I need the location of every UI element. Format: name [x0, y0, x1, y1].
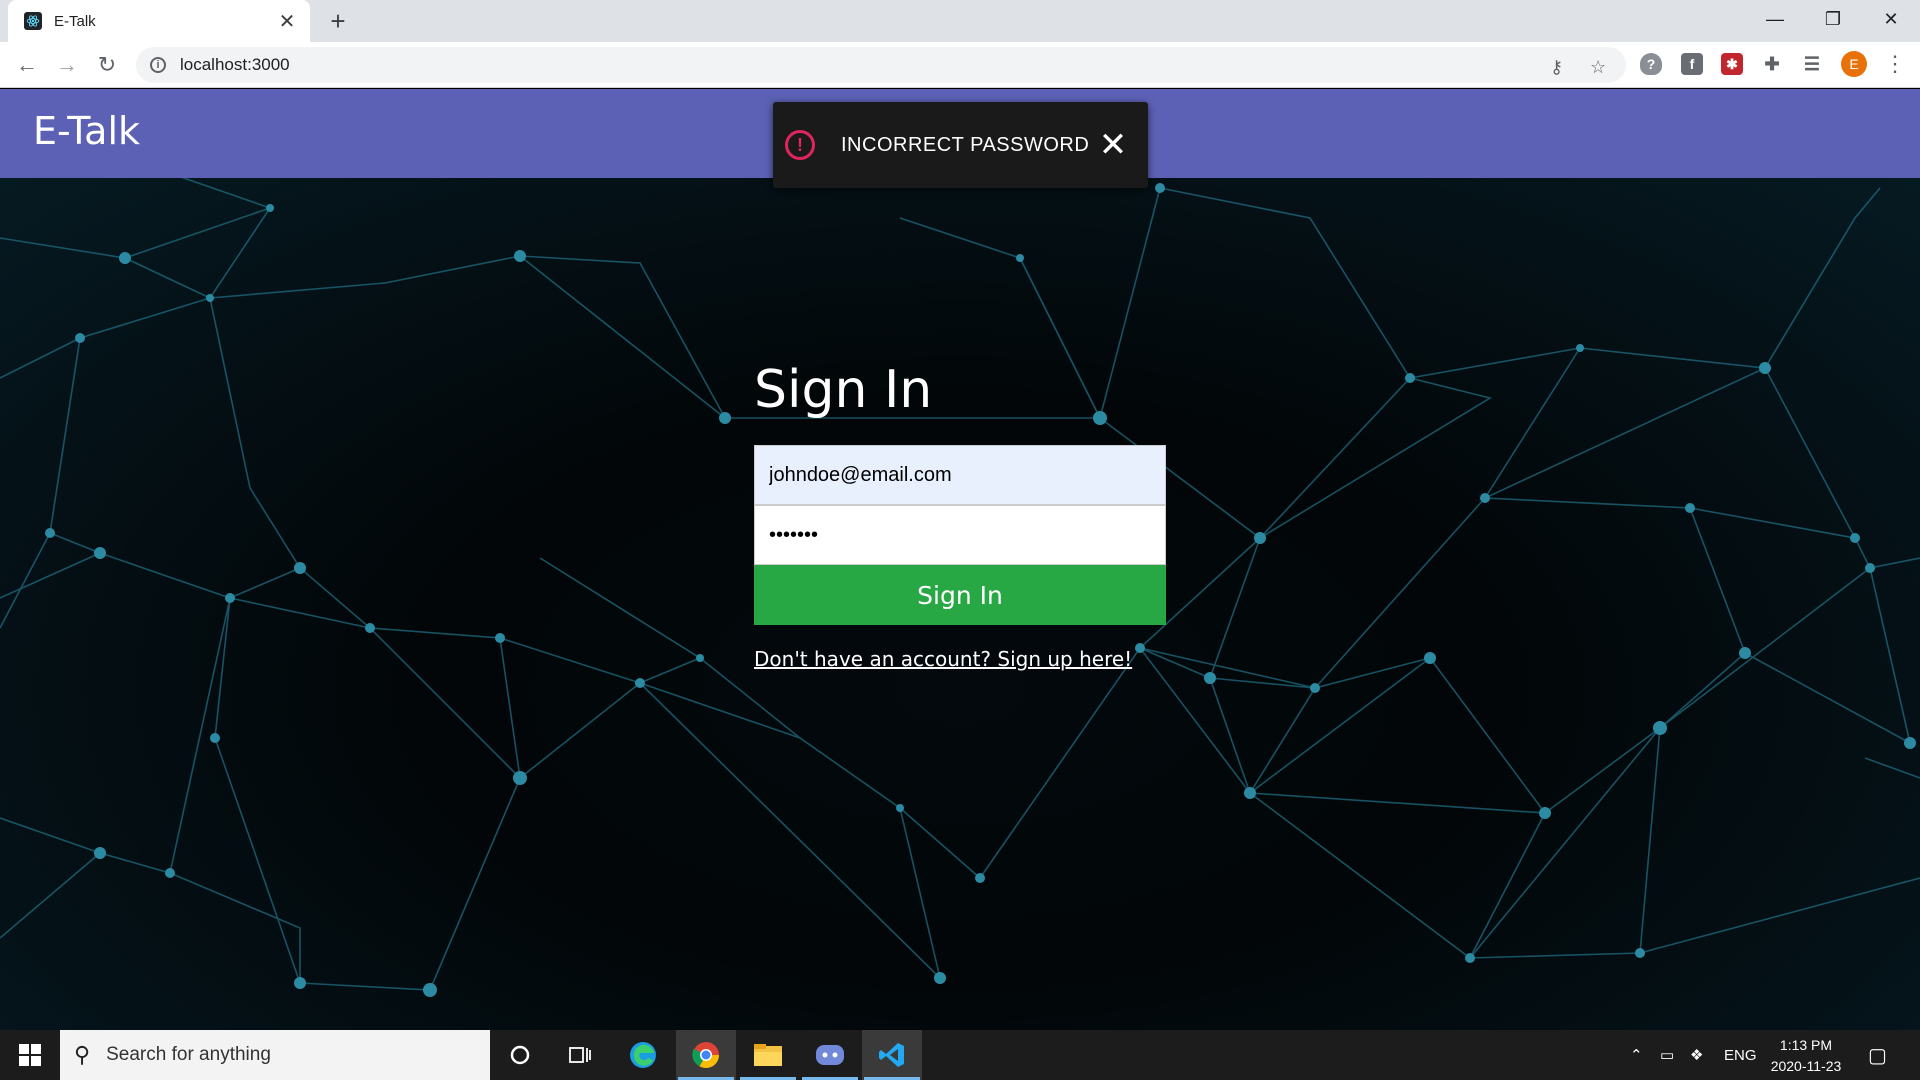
- site-info-icon[interactable]: i: [150, 57, 166, 73]
- media-queue-icon[interactable]: ☰: [1801, 53, 1823, 75]
- red-extension-icon[interactable]: ✱: [1721, 53, 1743, 75]
- new-tab-button[interactable]: +: [322, 6, 354, 36]
- puzzle-extensions-icon[interactable]: ✚: [1761, 53, 1783, 75]
- react-favicon-icon: [24, 12, 42, 30]
- task-view-icon[interactable]: [550, 1030, 610, 1080]
- tab-title: E-Talk: [54, 12, 96, 30]
- search-icon: ⚲: [74, 1042, 91, 1067]
- signup-link[interactable]: Don't have an account? Sign up here!: [754, 647, 1132, 671]
- email-field[interactable]: [754, 445, 1166, 505]
- file-explorer-icon[interactable]: [738, 1030, 798, 1080]
- bookmark-star-icon[interactable]: ☆: [1590, 57, 1606, 78]
- chrome-icon[interactable]: [676, 1030, 736, 1080]
- reload-button[interactable]: ↻: [90, 48, 124, 82]
- password-field[interactable]: [754, 505, 1166, 565]
- discord-icon[interactable]: [800, 1030, 860, 1080]
- language-indicator[interactable]: ENG: [1724, 1030, 1757, 1080]
- forward-button[interactable]: →: [50, 48, 84, 82]
- clock-time: 1:13 PM: [1779, 1037, 1833, 1053]
- browser-tab-strip: E-Talk ✕ + — ❐ ✕: [0, 0, 1920, 42]
- toast-close-icon[interactable]: ✕: [1096, 128, 1130, 162]
- taskbar-search[interactable]: ⚲ Search for anything: [60, 1030, 490, 1080]
- battery-icon[interactable]: ▭: [1660, 1030, 1674, 1080]
- dropbox-icon[interactable]: ❖: [1690, 1030, 1703, 1080]
- alert-circle-icon: !: [785, 130, 815, 160]
- clock-date: 2020-11-23: [1770, 1058, 1842, 1074]
- notifications-icon[interactable]: ▢: [1868, 1030, 1887, 1080]
- browser-toolbar: ← → ↻ i localhost:3000 ⚷ ☆ ? f ✱ ✚ ☰ E ⋮: [0, 42, 1920, 88]
- shield-extension-icon[interactable]: ?: [1640, 53, 1662, 75]
- address-bar[interactable]: i localhost:3000 ⚷ ☆: [136, 47, 1626, 83]
- show-hidden-icons[interactable]: ⌃: [1630, 1030, 1643, 1080]
- browser-tab[interactable]: E-Talk ✕: [8, 0, 310, 42]
- vscode-icon[interactable]: [862, 1030, 922, 1080]
- address-url: localhost:3000: [180, 55, 290, 74]
- app-logo[interactable]: E-Talk: [33, 109, 140, 153]
- cortana-icon[interactable]: [490, 1030, 550, 1080]
- toast-message: INCORRECT PASSWORD: [841, 134, 1090, 156]
- window-close-button[interactable]: ✕: [1868, 0, 1914, 38]
- edge-browser-icon[interactable]: [613, 1030, 673, 1080]
- profile-avatar[interactable]: E: [1841, 51, 1867, 77]
- clock[interactable]: 1:13 PM 2020-11-23: [1760, 1035, 1852, 1077]
- taskbar-search-placeholder: Search for anything: [106, 1044, 271, 1065]
- error-toast: ! INCORRECT PASSWORD ✕: [773, 102, 1148, 188]
- browser-menu-icon[interactable]: ⋮: [1884, 50, 1906, 78]
- restore-button[interactable]: ❐: [1810, 0, 1856, 38]
- windows-taskbar: ⚲ Search for anything ⌃ ▭ ❖ ENG 1:13 PM …: [0, 1030, 1920, 1080]
- signin-button[interactable]: Sign In: [754, 565, 1166, 625]
- signin-title: Sign In: [754, 360, 933, 420]
- minimize-button[interactable]: —: [1752, 0, 1798, 38]
- windows-start-icon[interactable]: [0, 1030, 60, 1080]
- facebook-extension-icon[interactable]: f: [1681, 53, 1703, 75]
- tab-close-icon[interactable]: ✕: [276, 9, 298, 34]
- key-icon[interactable]: ⚷: [1550, 57, 1563, 78]
- back-button[interactable]: ←: [10, 48, 44, 82]
